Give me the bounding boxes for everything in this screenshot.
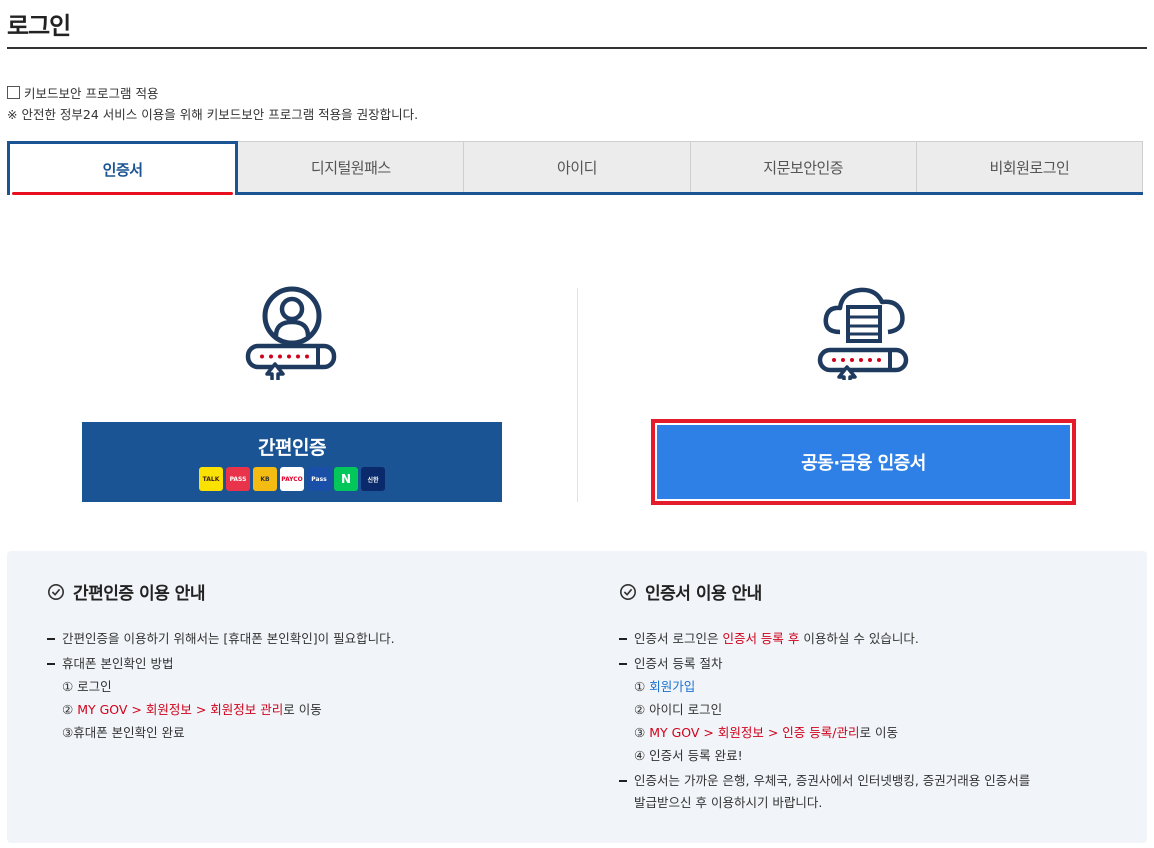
certificate-info: 인증서 이용 안내 인증서 로그인은 인증서 등록 후 이용하실 수 있습니다.…: [619, 579, 1030, 819]
list-item: 인증서 등록 절차 ① 회원가입 ② 아이디 로그인 ③ MY GOV > 회원…: [619, 655, 1030, 764]
step-item: ③ MY GOV > 회원정보 > 인증 등록/관리로 이동: [634, 724, 1030, 741]
pass-logo: PASS: [226, 467, 250, 491]
keyboard-security-note: ※ 안전한 정부24 서비스 이용을 위해 키보드보안 프로그램 적용을 권장합…: [7, 107, 419, 122]
simple-auth-panel: 간편인증 TALK PASS KB PAYCO Pass N 신한: [82, 280, 502, 502]
list-item: 휴대폰 본인확인 방법 ① 로그인 ② MY GOV > 회원정보 > 회원정보…: [47, 655, 395, 741]
step-item: ④ 인증서 등록 완료!: [634, 748, 743, 763]
tab-label: 아이디: [557, 158, 597, 177]
keyboard-security-checkbox[interactable]: [7, 86, 20, 99]
step-item: ③휴대폰 본인확인 완료: [62, 725, 185, 740]
check-circle-icon: [47, 583, 65, 600]
certificate-auth-label: 공동·금융 인증서: [657, 425, 1070, 499]
info-box: 간편인증 이용 안내 간편인증을 이용하기 위해서는 [휴대폰 본인확인]이 필…: [7, 551, 1147, 843]
list-item-text: 발급받으신 후 이용하시기 바랍니다.: [634, 795, 823, 810]
simple-auth-logos: TALK PASS KB PAYCO Pass N 신한: [199, 467, 385, 491]
highlight-text: 인증서 등록 후: [722, 631, 800, 646]
keyboard-security-label: 키보드보안 프로그램 적용: [24, 86, 159, 101]
certificate-auth-panel: 공동·금융 인증서: [651, 280, 1076, 505]
certificate-info-heading: 인증서 이용 안내: [619, 579, 1030, 604]
shinhan-logo: 신한: [361, 467, 385, 491]
certificate-auth-button[interactable]: 공동·금융 인증서: [651, 419, 1076, 505]
tab-label: 지문보안인증: [763, 158, 844, 177]
tab-certificate[interactable]: 인증서: [7, 141, 239, 195]
simple-auth-info-heading: 간편인증 이용 안내: [47, 579, 395, 604]
tab-label: 비회원로그인: [989, 158, 1070, 177]
simple-auth-label: 간편인증: [258, 437, 326, 459]
step-number: ②: [62, 702, 78, 717]
heading-text: 인증서 이용 안내: [645, 584, 762, 604]
simple-auth-button[interactable]: 간편인증 TALK PASS KB PAYCO Pass N 신한: [82, 422, 502, 502]
list-item-text: 휴대폰 본인확인 방법: [62, 656, 174, 671]
kakao-logo: TALK: [199, 467, 223, 491]
step-number: ③: [634, 725, 650, 740]
simple-auth-info: 간편인증 이용 안내 간편인증을 이용하기 위해서는 [휴대폰 본인확인]이 필…: [47, 579, 395, 749]
signup-link[interactable]: 회원가입: [649, 679, 695, 694]
step-item: ② MY GOV > 회원정보 > 회원정보 관리로 이동: [62, 701, 395, 718]
step-suffix: 로 이동: [859, 725, 898, 740]
login-tabs: 인증서 디지털원패스 아이디 지문보안인증 비회원로그인: [7, 141, 1144, 195]
panel-divider: [577, 288, 578, 502]
step-number: ①: [634, 679, 650, 694]
samsung-pass-logo: Pass: [307, 467, 331, 491]
list-item: 인증서 로그인은 인증서 등록 후 이용하실 수 있습니다.: [619, 630, 1030, 647]
list-item: 간편인증을 이용하기 위해서는 [휴대폰 본인확인]이 필요합니다.: [47, 630, 395, 647]
tab-label: 인증서: [102, 161, 143, 179]
page-title: 로그인: [7, 12, 71, 40]
step-item: ① 회원가입: [634, 678, 1030, 695]
cloud-certificate-icon: [814, 280, 914, 400]
tab-guest-login[interactable]: 비회원로그인: [916, 141, 1144, 192]
person-password-icon: [242, 280, 342, 400]
kb-logo: KB: [253, 467, 277, 491]
list-item: 인증서는 가까운 은행, 우체국, 증권사에서 인터넷뱅킹, 증권거래용 인증서…: [619, 772, 1030, 811]
check-circle-icon: [619, 583, 637, 600]
payco-logo: PAYCO: [280, 467, 304, 491]
keyboard-security-row: 키보드보안 프로그램 적용: [7, 83, 158, 102]
list-item-text: 인증서는 가까운 은행, 우체국, 증권사에서 인터넷뱅킹, 증권거래용 인증서…: [634, 773, 1031, 788]
step-item: ① 로그인: [62, 679, 112, 694]
list-item-text: 이용하실 수 있습니다.: [799, 631, 919, 646]
step-suffix: 로 이동: [283, 702, 322, 717]
tab-digital-onepass[interactable]: 디지털원패스: [238, 141, 465, 192]
mygov-path-link[interactable]: MY GOV > 회원정보 > 회원정보 관리: [77, 702, 283, 717]
tab-fingerprint[interactable]: 지문보안인증: [690, 141, 917, 192]
heading-text: 간편인증 이용 안내: [73, 584, 205, 604]
title-divider: [7, 47, 1147, 49]
tab-active-indicator: [12, 192, 234, 195]
naver-logo: N: [334, 467, 358, 491]
mygov-cert-path-link[interactable]: MY GOV > 회원정보 > 인증 등록/관리: [649, 725, 859, 740]
list-item-text: 인증서 로그인은: [634, 631, 723, 646]
list-item-text: 인증서 등록 절차: [634, 656, 723, 671]
tab-id[interactable]: 아이디: [464, 141, 691, 192]
tab-label: 디지털원패스: [310, 158, 391, 177]
step-item: ② 아이디 로그인: [634, 702, 723, 717]
